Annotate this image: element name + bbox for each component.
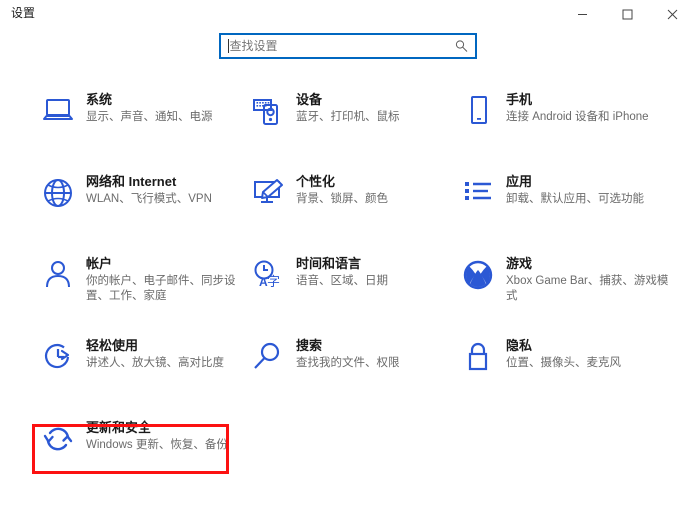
search-icon[interactable] xyxy=(455,40,468,53)
tile-subtitle: 显示、声音、通知、电源 xyxy=(86,111,213,123)
text-caret xyxy=(227,39,229,53)
globe-icon xyxy=(30,171,86,215)
tile-subtitle: 查找我的文件、权限 xyxy=(296,357,400,369)
settings-tile-search[interactable]: 搜索 查找我的文件、权限 xyxy=(240,329,450,411)
tile-title: 隐私 xyxy=(506,338,533,353)
refresh-icon xyxy=(30,417,86,461)
tile-text: 网络和 Internet WLAN、飞行模式、VPN xyxy=(86,171,212,207)
tile-title: 网络和 Internet xyxy=(86,174,177,189)
title-bar: 设置 xyxy=(0,0,695,30)
close-icon xyxy=(667,9,678,20)
tile-text: 游戏 Xbox Game Bar、捕获、游戏模式 xyxy=(506,253,676,304)
tile-subtitle: 你的帐户、电子邮件、同步设置、工作、家庭 xyxy=(86,275,236,302)
maximize-button[interactable] xyxy=(605,0,650,29)
laptop-icon xyxy=(30,89,86,133)
list-icon xyxy=(450,171,506,215)
tile-text: 设备 蓝牙、打印机、鼠标 xyxy=(296,89,400,125)
tile-text: 时间和语言 语音、区域、日期 xyxy=(296,253,388,289)
tile-title: 更新和安全 xyxy=(86,420,152,435)
tile-text: 个性化 背景、锁屏、颜色 xyxy=(296,171,388,207)
tile-subtitle: 蓝牙、打印机、鼠标 xyxy=(296,111,400,123)
tile-title: 轻松使用 xyxy=(86,338,139,353)
minimize-button[interactable] xyxy=(560,0,605,29)
settings-tile-phone[interactable]: 手机 连接 Android 设备和 iPhone xyxy=(450,83,680,165)
ease-of-access-icon xyxy=(30,335,86,379)
tile-text: 轻松使用 讲述人、放大镜、高对比度 xyxy=(86,335,224,371)
tile-subtitle: WLAN、飞行模式、VPN xyxy=(86,193,212,205)
close-button[interactable] xyxy=(650,0,695,29)
tile-subtitle: 讲述人、放大镜、高对比度 xyxy=(86,357,224,369)
tile-subtitle: 位置、摄像头、麦克风 xyxy=(506,357,621,369)
brush-monitor-icon xyxy=(240,171,296,215)
tile-title: 应用 xyxy=(506,174,533,189)
search-input[interactable]: 查找设置 xyxy=(218,33,477,59)
lock-icon xyxy=(450,335,506,379)
minimize-icon xyxy=(578,14,587,15)
tile-text: 搜索 查找我的文件、权限 xyxy=(296,335,400,371)
tile-title: 个性化 xyxy=(296,174,336,189)
svg-text:字: 字 xyxy=(267,274,280,289)
search-placeholder: 查找设置 xyxy=(229,39,278,53)
settings-tile-privacy[interactable]: 隐私 位置、摄像头、麦克风 xyxy=(450,329,680,411)
tile-text: 系统 显示、声音、通知、电源 xyxy=(86,89,213,125)
settings-tile-apps[interactable]: 应用 卸载、默认应用、可选功能 xyxy=(450,165,680,247)
tile-subtitle: 背景、锁屏、颜色 xyxy=(296,193,388,205)
tile-text: 更新和安全 Windows 更新、恢复、备份 xyxy=(86,417,228,453)
tile-text: 帐户 你的帐户、电子邮件、同步设置、工作、家庭 xyxy=(86,253,238,304)
xbox-icon xyxy=(450,253,506,297)
window-title: 设置 xyxy=(11,6,36,20)
settings-tile-gaming[interactable]: 游戏 Xbox Game Bar、捕获、游戏模式 xyxy=(450,247,680,329)
settings-tile-network[interactable]: 网络和 Internet WLAN、飞行模式、VPN xyxy=(30,165,240,247)
tile-subtitle: Xbox Game Bar、捕获、游戏模式 xyxy=(506,275,669,302)
tile-subtitle: 语音、区域、日期 xyxy=(296,275,388,287)
tile-subtitle: 连接 Android 设备和 iPhone xyxy=(506,111,649,123)
tile-title: 游戏 xyxy=(506,256,533,271)
magnifier-icon xyxy=(240,335,296,379)
settings-tile-accounts[interactable]: 帐户 你的帐户、电子邮件、同步设置、工作、家庭 xyxy=(30,247,240,329)
tile-text: 隐私 位置、摄像头、麦克风 xyxy=(506,335,621,371)
settings-tile-personalization[interactable]: 个性化 背景、锁屏、颜色 xyxy=(240,165,450,247)
tile-title: 手机 xyxy=(506,92,533,107)
window-controls xyxy=(560,0,695,29)
tile-subtitle: Windows 更新、恢复、备份 xyxy=(86,439,228,451)
settings-grid: 系统 显示、声音、通知、电源 设备 蓝牙、打印机、鼠标 手机 连接 Androi… xyxy=(0,83,695,493)
settings-tile-time-language[interactable]: A 字 时间和语言 语音、区域、日期 xyxy=(240,247,450,329)
search-area: 查找设置 xyxy=(0,33,695,59)
devices-icon xyxy=(240,89,296,133)
tile-title: 设备 xyxy=(296,92,323,107)
tile-title: 帐户 xyxy=(86,256,113,271)
tile-subtitle: 卸载、默认应用、可选功能 xyxy=(506,193,644,205)
person-icon xyxy=(30,253,86,297)
tile-title: 搜索 xyxy=(296,338,323,353)
maximize-icon xyxy=(622,9,633,20)
tile-text: 手机 连接 Android 设备和 iPhone xyxy=(506,89,649,125)
clock-language-icon: A 字 xyxy=(240,253,296,297)
settings-tile-system[interactable]: 系统 显示、声音、通知、电源 xyxy=(30,83,240,165)
tile-title: 时间和语言 xyxy=(296,256,362,271)
phone-icon xyxy=(450,89,506,133)
tile-title: 系统 xyxy=(86,92,113,107)
settings-tile-ease-of-access[interactable]: 轻松使用 讲述人、放大镜、高对比度 xyxy=(30,329,240,411)
settings-tile-update-security[interactable]: 更新和安全 Windows 更新、恢复、备份 xyxy=(30,411,240,493)
settings-tile-devices[interactable]: 设备 蓝牙、打印机、鼠标 xyxy=(240,83,450,165)
tile-text: 应用 卸载、默认应用、可选功能 xyxy=(506,171,644,207)
